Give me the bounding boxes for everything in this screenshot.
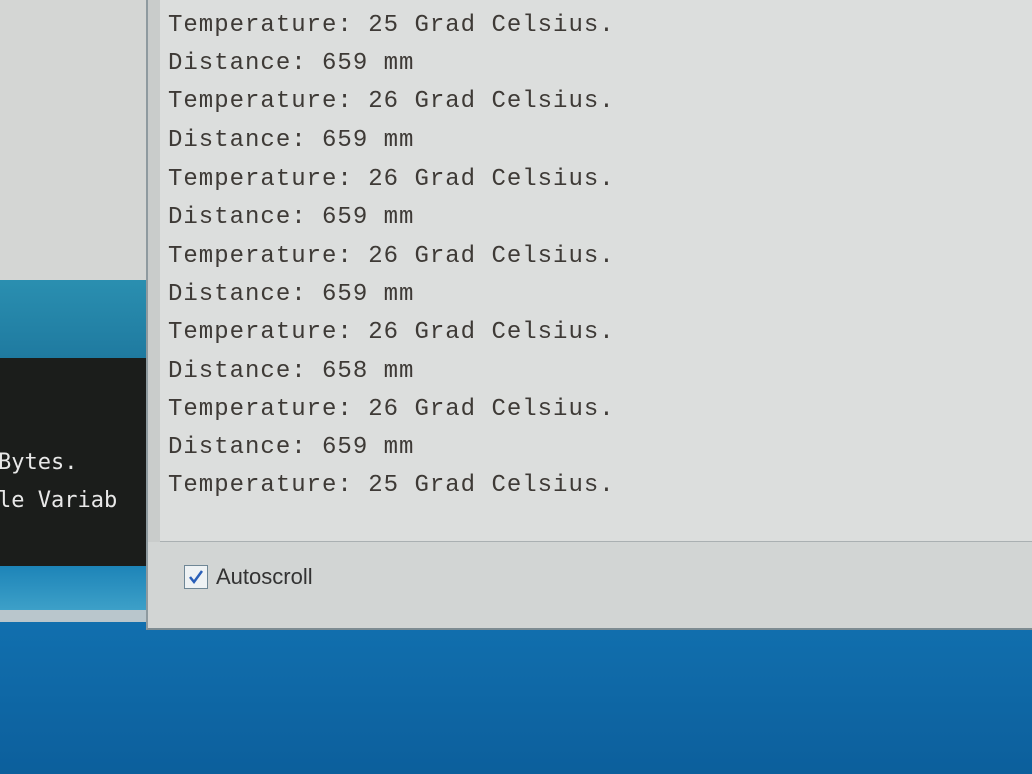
log-line: Temperature: 26 Grad Celsius. bbox=[168, 319, 615, 346]
log-line: Temperature: 26 Grad Celsius. bbox=[168, 88, 615, 115]
log-line: Distance: 659 mm bbox=[168, 127, 415, 154]
log-line: Temperature: 26 Grad Celsius. bbox=[168, 166, 615, 193]
serial-monitor-window: Temperature: 25 Grad Celsius. Distance: … bbox=[146, 0, 1032, 630]
background-ide-status-bar bbox=[0, 280, 150, 358]
background-ide-editor bbox=[0, 0, 150, 280]
background-ide-footer bbox=[0, 566, 150, 610]
serial-monitor-bottom-bar: Autoscroll bbox=[148, 542, 1032, 628]
log-line: Temperature: 26 Grad Celsius. bbox=[168, 243, 615, 270]
background-ide-console: Bytes. le Variab bbox=[0, 358, 150, 566]
log-line: Temperature: 26 Grad Celsius. bbox=[168, 396, 615, 423]
serial-output-area[interactable]: Temperature: 25 Grad Celsius. Distance: … bbox=[160, 0, 1032, 542]
log-line: Distance: 658 mm bbox=[168, 358, 415, 385]
autoscroll-toggle[interactable]: Autoscroll bbox=[184, 564, 313, 590]
background-taskbar-edge bbox=[0, 610, 150, 622]
autoscroll-checkbox[interactable] bbox=[184, 565, 208, 589]
log-line: Distance: 659 mm bbox=[168, 434, 415, 461]
autoscroll-label: Autoscroll bbox=[216, 564, 313, 589]
console-line: Bytes. bbox=[0, 450, 78, 475]
log-line: Distance: 659 mm bbox=[168, 204, 415, 231]
log-line: Temperature: 25 Grad Celsius. bbox=[168, 12, 615, 39]
log-line: Temperature: 25 Grad Celsius. bbox=[168, 472, 615, 499]
console-line: le Variab bbox=[0, 488, 118, 513]
checkmark-icon bbox=[189, 570, 204, 585]
log-line: Distance: 659 mm bbox=[168, 281, 415, 308]
log-line: Distance: 659 mm bbox=[168, 50, 415, 77]
